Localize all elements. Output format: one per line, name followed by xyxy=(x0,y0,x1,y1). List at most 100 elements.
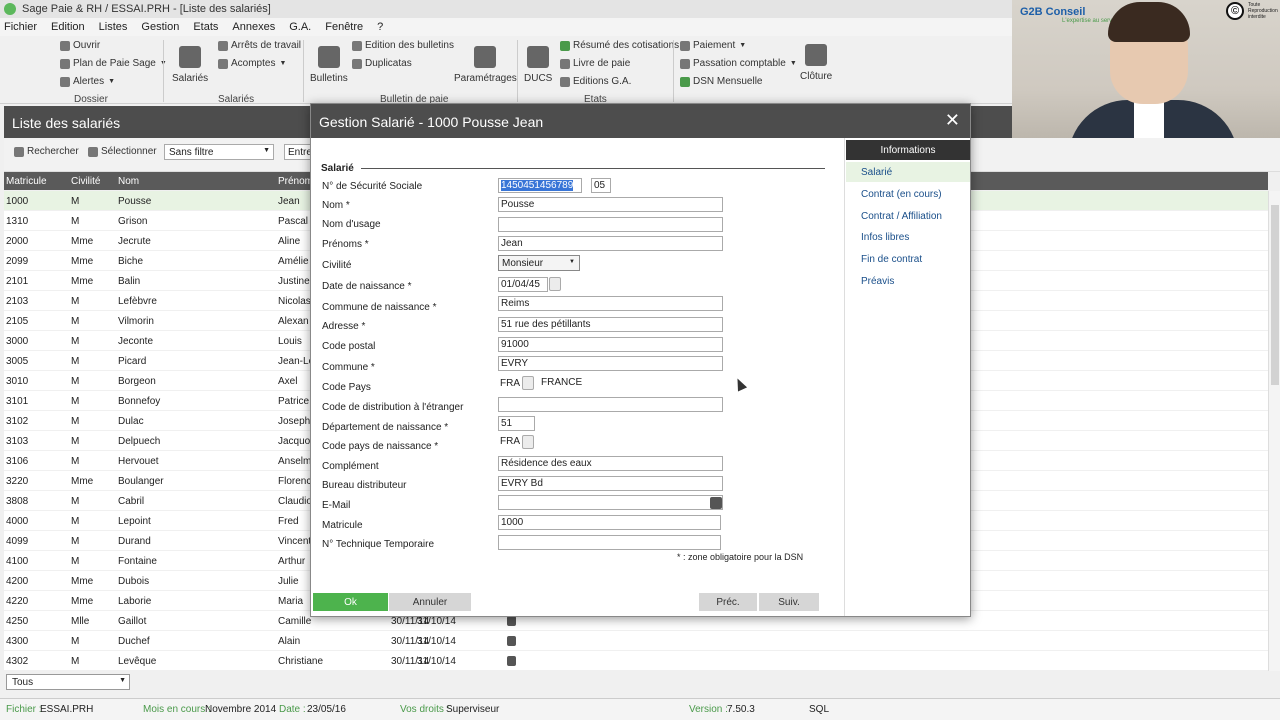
pays-naissance-code[interactable]: FRA xyxy=(500,436,520,447)
col-matricule[interactable]: Matricule xyxy=(6,176,47,187)
col-nom[interactable]: Nom xyxy=(118,176,139,187)
cancel-button[interactable]: Annuler xyxy=(389,593,471,611)
search-button[interactable]: Rechercher xyxy=(14,146,79,157)
scrollbar-thumb[interactable] xyxy=(1271,205,1279,385)
mail-icon[interactable] xyxy=(710,497,722,509)
status-bar: Fichier : ESSAI.PRH Mois en cours : Nove… xyxy=(0,698,1280,720)
cell-date-2: 31/10/14 xyxy=(417,636,456,647)
menu-etats[interactable]: Etats xyxy=(193,21,218,33)
status-mois-label: Mois en cours : xyxy=(143,704,211,715)
prenoms-input[interactable]: Jean xyxy=(498,236,723,251)
ribbon-cloture-button[interactable]: Clôture xyxy=(800,44,832,82)
filter-select[interactable]: Sans filtre xyxy=(164,144,274,160)
ok-button[interactable]: Ok xyxy=(313,593,388,611)
ribbon-alertes-button[interactable]: Alertes ▼ xyxy=(60,76,115,87)
cell-matricule: 1310 xyxy=(6,216,29,227)
gear-icon xyxy=(60,58,70,69)
cell-matricule: 4300 xyxy=(6,636,29,647)
lookup-icon[interactable] xyxy=(522,435,534,449)
status-date-label: Date : xyxy=(279,704,306,715)
matricule-input[interactable]: 1000 xyxy=(498,515,721,530)
side-item-salarie[interactable]: Salarié xyxy=(846,162,970,182)
side-item-preavis[interactable]: Préavis xyxy=(846,271,970,291)
adresse-input[interactable]: 51 rue des pétillants xyxy=(498,317,723,332)
col-prenom[interactable]: Prénom xyxy=(278,176,313,187)
bureau-input[interactable]: EVRY Bd xyxy=(498,476,723,491)
nom-input[interactable]: Pousse xyxy=(498,197,723,212)
ribbon-edition-bulletins-button[interactable]: Edition des bulletins xyxy=(352,40,454,51)
status-mois: Novembre 2014 xyxy=(205,704,277,715)
side-item-affiliation[interactable]: Contrat / Affiliation xyxy=(846,206,970,226)
close-icon[interactable]: ✕ xyxy=(945,110,960,131)
side-item-infos-libres[interactable]: Infos libres xyxy=(846,227,970,247)
lookup-icon[interactable] xyxy=(522,376,534,390)
menu-fenetre[interactable]: Fenêtre xyxy=(325,21,363,33)
departement-input[interactable]: 51 xyxy=(498,416,535,431)
person-icon[interactable] xyxy=(507,616,516,626)
birthdate-input[interactable]: 01/04/45 xyxy=(498,277,548,292)
select-button[interactable]: Sélectionner xyxy=(88,146,157,157)
complement-input[interactable]: Résidence des eaux xyxy=(498,456,723,471)
person-icon[interactable] xyxy=(507,636,516,646)
pays-code[interactable]: FRA xyxy=(500,378,520,389)
lock-icon xyxy=(805,44,828,66)
cell-civilite: M xyxy=(71,636,80,647)
ribbon-plan-paie-button[interactable]: Plan de Paie Sage▼ xyxy=(60,58,167,69)
menu-edition[interactable]: Edition xyxy=(51,21,85,33)
cell-nom: Grison xyxy=(118,216,148,227)
pays-label: Code Pays xyxy=(322,382,371,393)
ribbon-duplicatas-button[interactable]: Duplicatas xyxy=(352,58,412,69)
ribbon-acomptes-button[interactable]: Acomptes ▼ xyxy=(218,58,286,69)
vertical-scrollbar[interactable] xyxy=(1268,191,1280,671)
ribbon-ouvrir-button[interactable]: Ouvrir xyxy=(60,40,100,51)
menu-ga[interactable]: G.A. xyxy=(289,21,311,33)
nom-label: Nom * xyxy=(322,200,350,211)
distribution-input[interactable] xyxy=(498,397,723,412)
ribbon-livre-paie-button[interactable]: Livre de paie xyxy=(560,58,630,69)
ntt-input[interactable] xyxy=(498,535,721,550)
menu-fichier[interactable]: Fichier xyxy=(4,21,37,33)
menu-bar: Fichier Edition Listes Gestion Etats Ann… xyxy=(0,18,1012,36)
menu-annexes[interactable]: Annexes xyxy=(232,21,275,33)
menu-gestion[interactable]: Gestion xyxy=(141,21,179,33)
ribbon-arrets-button[interactable]: Arrêts de travail xyxy=(218,40,301,51)
side-item-fin-contrat[interactable]: Fin de contrat xyxy=(846,249,970,269)
ribbon-salaries-button[interactable]: Salariés xyxy=(172,46,208,84)
menu-listes[interactable]: Listes xyxy=(99,21,128,33)
table-row[interactable]: 4300 M Duchef Alain 30/11/14 31/10/14 xyxy=(4,631,1268,651)
cell-nom: Levêque xyxy=(118,656,157,667)
ribbon-resume-cotisations-button[interactable]: Résumé des cotisations xyxy=(560,40,679,51)
previous-button[interactable]: Préc. xyxy=(699,593,757,611)
civilite-select[interactable]: Monsieur xyxy=(498,255,580,271)
code-postal-input[interactable]: 91000 xyxy=(498,337,723,352)
ribbon-bulletins-button[interactable]: Bulletins xyxy=(310,46,348,84)
ribbon-dsn-button[interactable]: DSN Mensuelle xyxy=(680,76,762,87)
menu-help[interactable]: ? xyxy=(377,21,383,33)
ribbon-ducs-button[interactable]: DUCS xyxy=(524,46,552,84)
cell-civilite: Mme xyxy=(71,276,94,287)
ribbon-paiement-button[interactable]: Paiement ▼ xyxy=(680,40,746,51)
ribbon-editions-ga-button[interactable]: Editions G.A. xyxy=(560,76,631,87)
col-civilite[interactable]: Civilité xyxy=(71,176,100,187)
cell-matricule: 3000 xyxy=(6,336,29,347)
secu-input[interactable]: 1450451456789 xyxy=(498,178,582,193)
person-icon[interactable] xyxy=(507,656,516,666)
brand-logo: G2B Conseil xyxy=(1020,6,1086,18)
cell-civilite: M xyxy=(71,196,80,207)
bottom-filter-select[interactable]: Tous xyxy=(6,674,130,690)
commune-naissance-input[interactable]: Reims xyxy=(498,296,723,311)
secu-key-input[interactable]: 05 xyxy=(591,178,611,193)
cell-civilite: Mme xyxy=(71,576,94,587)
cell-nom: Fontaine xyxy=(118,556,157,567)
nom-usage-input[interactable] xyxy=(498,217,723,232)
side-item-contrat[interactable]: Contrat (en cours) xyxy=(846,184,970,204)
commune-input[interactable]: EVRY xyxy=(498,356,723,371)
email-input[interactable] xyxy=(498,495,723,510)
cell-prenom: Nicolas xyxy=(278,296,311,307)
cell-civilite: M xyxy=(71,536,80,547)
calendar-icon[interactable] xyxy=(549,277,561,291)
ribbon-passation-button[interactable]: Passation comptable ▼ xyxy=(680,58,797,69)
next-button[interactable]: Suiv. xyxy=(759,593,819,611)
table-row[interactable]: 4302 M Levêque Christiane 30/11/14 31/10/14 xyxy=(4,651,1268,671)
ribbon-parametrages-button[interactable]: Paramétrages xyxy=(454,46,517,84)
